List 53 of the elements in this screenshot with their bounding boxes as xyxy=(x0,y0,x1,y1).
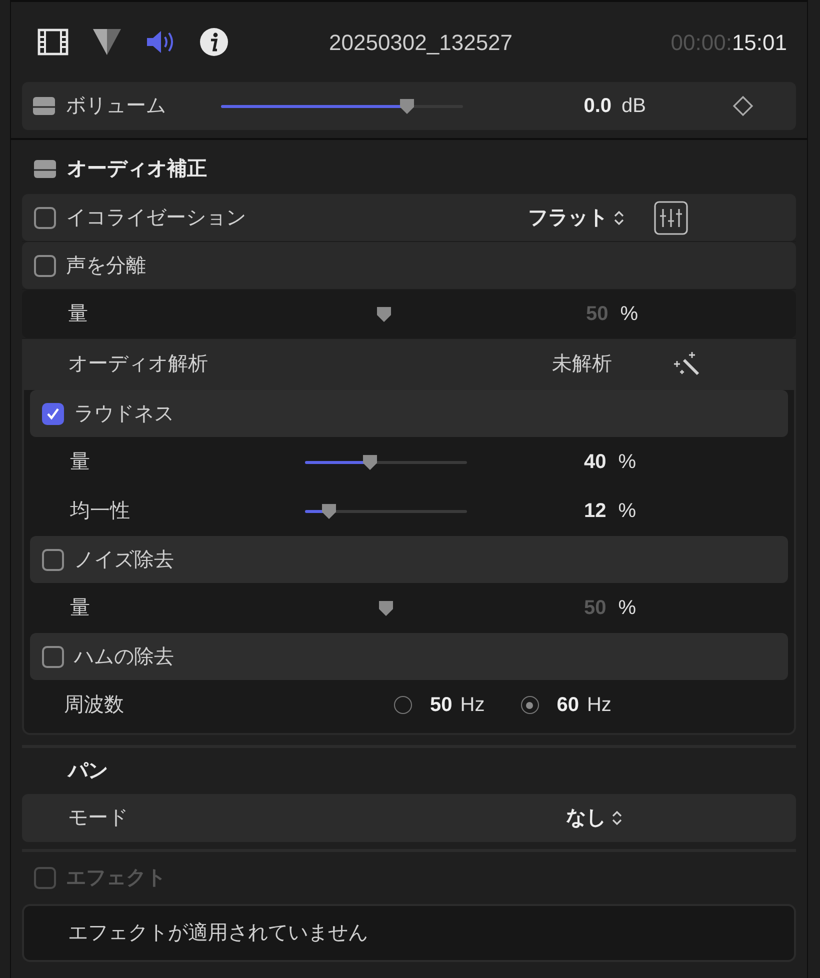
section-icon xyxy=(32,96,56,116)
option-label: イコライゼーション xyxy=(66,206,246,230)
unit-label: % xyxy=(620,302,638,327)
checkbox[interactable] xyxy=(42,646,64,668)
slider-label: 量 xyxy=(70,596,91,621)
option-label: ハムの除去 xyxy=(74,644,174,670)
timecode: 15:01 xyxy=(732,30,787,54)
chevrons-icon xyxy=(614,208,624,226)
checkbox[interactable] xyxy=(34,254,56,276)
slider-value: 40 xyxy=(582,450,606,475)
frequency-label: 周波数 xyxy=(64,693,125,718)
option-label: ラウドネス xyxy=(74,402,174,426)
slider-value: 50 xyxy=(582,596,606,621)
analysis-status: 未解析 xyxy=(552,352,612,377)
radio-option[interactable]: 50 Hz xyxy=(394,690,485,720)
triangle-icon[interactable] xyxy=(91,27,123,57)
check-icon xyxy=(46,406,60,420)
clip-title: 20250302_132527 xyxy=(329,28,513,56)
slider-value: 50 xyxy=(584,302,608,327)
checkbox[interactable] xyxy=(42,402,64,424)
unit-label: % xyxy=(618,499,636,524)
mode-popup[interactable]: なし xyxy=(566,803,622,833)
slider-label: 量 xyxy=(70,450,91,475)
mode-label: モード xyxy=(68,806,128,831)
info-icon[interactable] xyxy=(199,27,229,57)
chevrons-icon xyxy=(612,809,622,827)
unit-label: dB xyxy=(622,94,646,119)
slider-value: 12 xyxy=(582,499,606,524)
section-title: パン xyxy=(68,759,108,784)
radio-button[interactable] xyxy=(394,696,412,714)
slider-thumb[interactable] xyxy=(360,453,379,471)
radio-button[interactable] xyxy=(520,696,539,714)
keyframe-icon[interactable] xyxy=(732,95,754,117)
section-icon xyxy=(33,159,57,179)
unit-label: % xyxy=(618,450,636,475)
volume-value: 0.0 xyxy=(584,94,612,119)
volume-label: ボリューム xyxy=(66,94,167,119)
checkbox[interactable] xyxy=(42,548,64,570)
preset-popup[interactable]: フラット xyxy=(528,202,624,232)
analysis-label: オーディオ解析 xyxy=(68,352,208,377)
unit-label: % xyxy=(618,596,636,621)
checkbox[interactable] xyxy=(34,206,56,228)
option-label: ノイズ除去 xyxy=(74,548,174,572)
option-label: 声を分離 xyxy=(66,254,146,278)
equalizer-icon[interactable] xyxy=(654,200,688,234)
radio-option[interactable]: 60 Hz xyxy=(520,690,612,720)
film-icon[interactable] xyxy=(37,28,69,56)
empty-message: エフェクトが適用されていません xyxy=(68,921,368,946)
slider-label: 均一性 xyxy=(70,499,131,524)
slider-label: 量 xyxy=(68,302,89,327)
slider-thumb[interactable] xyxy=(320,502,338,520)
slider-thumb[interactable] xyxy=(398,97,416,115)
section-title: オーディオ補正 xyxy=(67,157,207,182)
